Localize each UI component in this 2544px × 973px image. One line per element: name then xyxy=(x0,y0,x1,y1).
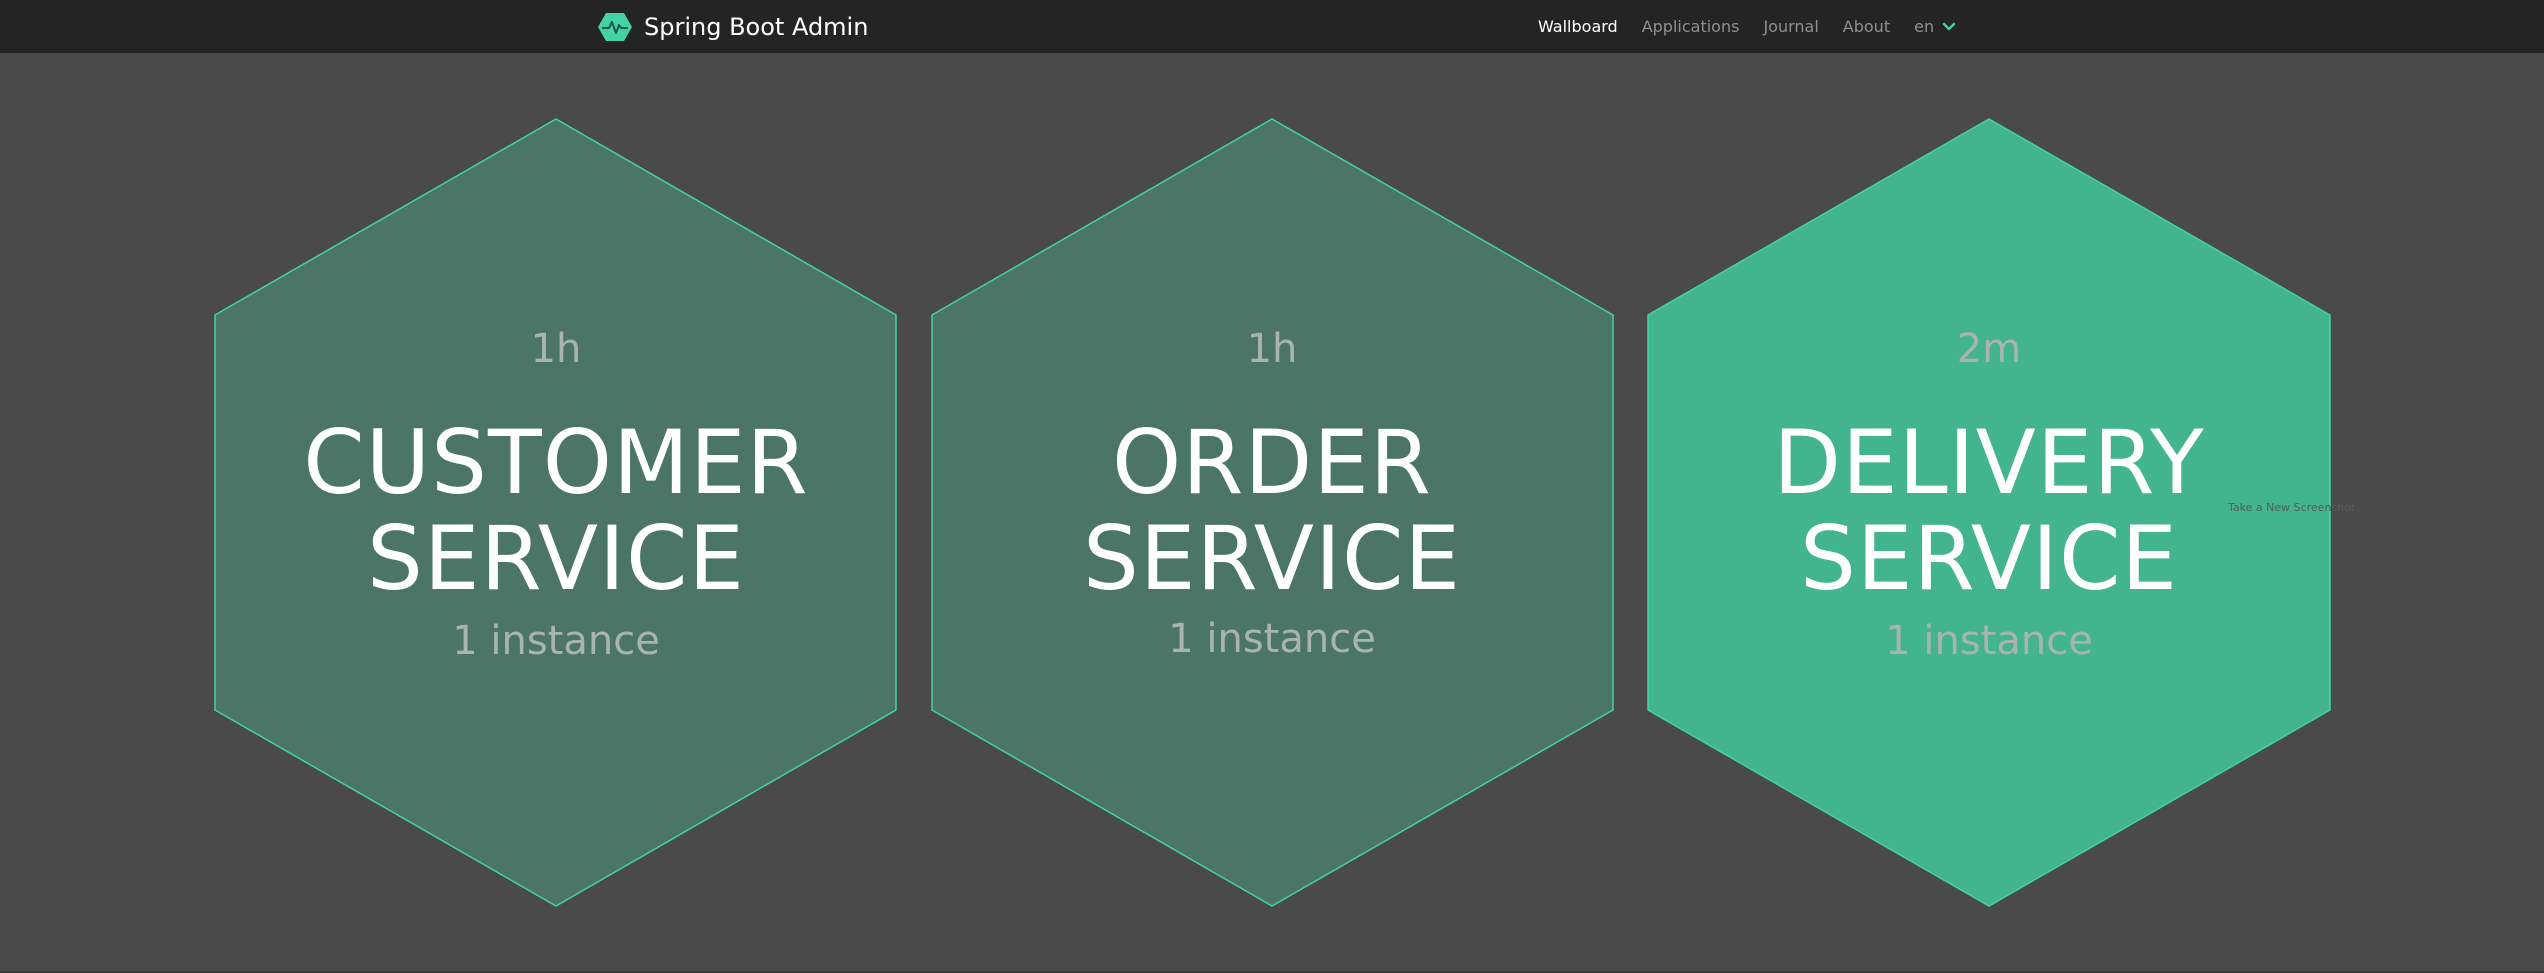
language-label: en xyxy=(1914,17,1935,36)
spring-boot-admin-logo-icon xyxy=(598,12,632,41)
app-instance-count: 1 instance xyxy=(1885,618,2093,664)
app-name-line1: ORDER xyxy=(1112,411,1432,514)
brand[interactable]: Spring Boot Admin xyxy=(598,0,868,53)
app-uptime: 2m xyxy=(1956,326,2022,372)
screenshot-hint-tooltip: Take a New Screenshot xyxy=(2228,501,2356,514)
nav-item-wallboard[interactable]: Wallboard xyxy=(1538,17,1618,36)
app-name-line2: SERVICE xyxy=(1083,507,1461,610)
language-selector[interactable]: en xyxy=(1914,17,1956,36)
top-navbar: Spring Boot Admin Wallboard Applications… xyxy=(0,0,2544,53)
wallboard: 1h CUSTOMER SERVICE 1 instance 1h ORDER … xyxy=(0,53,2544,973)
brand-title: Spring Boot Admin xyxy=(644,12,869,41)
app-uptime: 1h xyxy=(1246,326,1298,372)
nav-item-journal[interactable]: Journal xyxy=(1763,17,1818,36)
nav-menu: Wallboard Applications Journal About en xyxy=(1538,0,1956,53)
app-instance-count: 1 instance xyxy=(452,618,660,664)
app-name-line1: CUSTOMER xyxy=(303,411,809,514)
chevron-down-icon xyxy=(1942,22,1956,30)
nav-item-applications[interactable]: Applications xyxy=(1642,17,1740,36)
nav-item-about[interactable]: About xyxy=(1843,17,1890,36)
app-uptime: 1h xyxy=(530,326,582,372)
app-instance-count: 1 instance xyxy=(1168,616,1376,662)
app-name-line2: SERVICE xyxy=(1800,507,2178,610)
app-name-line1: DELIVERY xyxy=(1773,411,2205,514)
app-name-line2: SERVICE xyxy=(367,507,745,610)
